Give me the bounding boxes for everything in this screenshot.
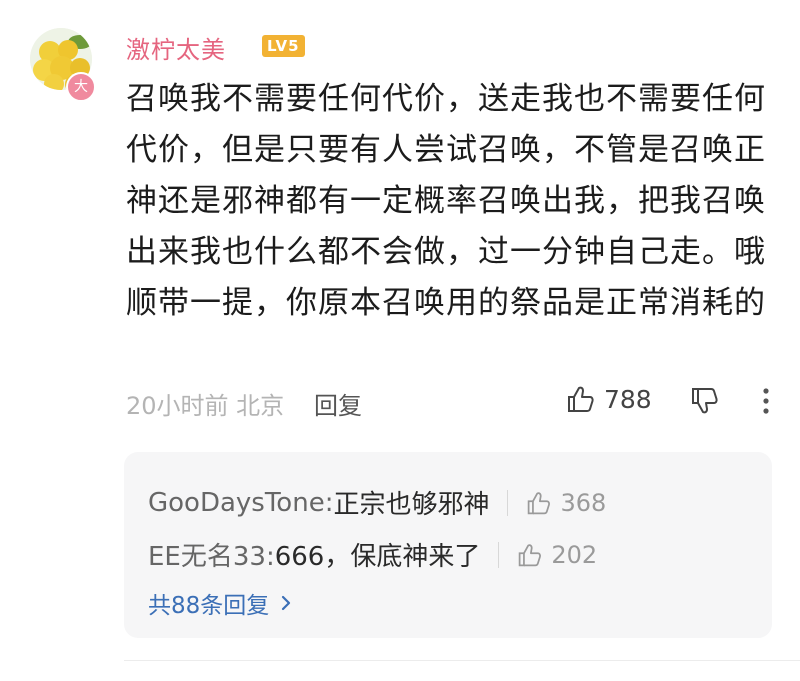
reply-author[interactable]: EE无名33: [148,536,275,573]
reply-button[interactable]: 回复 [314,386,362,421]
total-replies-label: 共88条回复 [148,593,270,619]
divider [507,489,509,516]
view-all-replies-link[interactable]: 共88条回复 [148,586,295,620]
comment-meta: 20小时前 北京 [126,392,285,420]
thumbs-down-icon [692,388,718,414]
avatar-badge: 大 [66,72,96,102]
reply-text: 正宗也够邪神 [333,490,490,520]
reply-author[interactable]: GooDaysTone: [148,488,333,518]
thumbs-up-icon [528,491,551,514]
replies-preview: GooDaysTone: 正宗也够邪神 368 EE无名33: 666，保底神来… [124,452,772,638]
comment-text: 召唤我不需要任何代价，送走我也不需要任何代价，但是只要有人尝试召唤，不管是召唤正… [126,81,766,321]
reply-item[interactable]: GooDaysTone: 正宗也够邪神 368 [148,484,606,521]
reply-like-button[interactable]: 202 [517,541,597,569]
reply-text: 666，保底神来了 [274,542,481,572]
like-button[interactable]: 788 [566,384,652,414]
reply-like-count: 368 [560,488,607,517]
comment-username[interactable]: 激柠太美 [126,30,226,65]
reply-like-count: 202 [551,540,598,569]
reply-item[interactable]: EE无名33: 666，保底神来了 202 [148,536,597,573]
dislike-button[interactable] [690,386,720,420]
divider [498,541,500,568]
thumbs-up-icon [519,543,542,566]
more-options-button[interactable] [760,386,772,420]
reply-like-button[interactable]: 368 [526,489,606,517]
chevron-right-icon [282,595,291,611]
divider [124,660,800,661]
thumbs-up-icon [568,386,594,412]
level-badge: LV5 [262,35,305,57]
like-count: 788 [604,384,652,414]
more-vertical-icon [763,388,769,414]
